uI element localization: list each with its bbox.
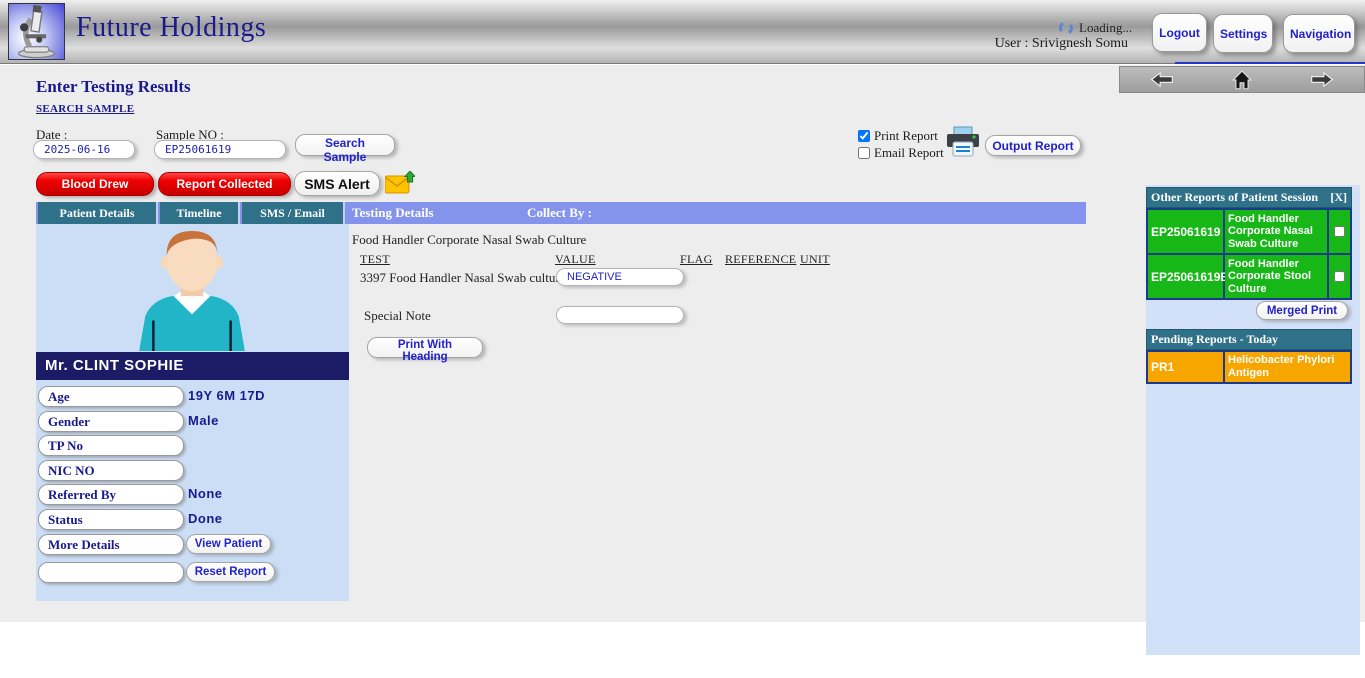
report-select-checkbox[interactable]: [1334, 226, 1345, 237]
microscope-logo: [8, 3, 65, 60]
column-flag: FLAG: [680, 252, 713, 266]
pending-report-id: PR1: [1148, 352, 1225, 384]
reset-report-button[interactable]: Reset Report: [186, 562, 275, 582]
sample-no-input[interactable]: [154, 140, 286, 159]
print-report-checkbox[interactable]: [858, 130, 870, 142]
pending-reports-table: PR1 Helicobacter Phylori Antigen: [1146, 350, 1352, 384]
app-header: Future Holdings Loading... User : Srivig…: [0, 0, 1365, 64]
pending-report-row[interactable]: PR1 Helicobacter Phylori Antigen: [1148, 352, 1352, 384]
header-accent-line: [1175, 62, 1365, 64]
patient-name: Mr. CLINT SOPHIE: [36, 352, 349, 380]
special-note-label: Special Note: [364, 308, 431, 323]
status-value: Done: [188, 511, 223, 526]
view-patient-button[interactable]: View Patient: [186, 534, 271, 554]
testing-details-label: Testing Details: [352, 205, 434, 220]
reports-sidebar: Other Reports of Patient Session [X] EP2…: [1146, 185, 1360, 655]
column-test: TEST: [360, 252, 390, 266]
gender-value: Male: [188, 413, 219, 428]
patient-field-row: Reset Report: [36, 562, 349, 583]
loading-spinner-icon: [1059, 21, 1073, 35]
pending-report-name: Helicobacter Phylori Antigen: [1225, 352, 1352, 384]
microscope-icon: [17, 4, 56, 59]
report-checkbox-cell: [1329, 210, 1352, 255]
other-report-row[interactable]: EP25061619 Food Handler Corporate Nasal …: [1148, 210, 1352, 255]
nic-no-label: NIC NO: [38, 460, 184, 481]
history-navbar: [1119, 66, 1365, 93]
report-id: EP25061619B: [1148, 255, 1229, 300]
logout-button[interactable]: Logout: [1152, 13, 1207, 52]
patient-field-row: TP No: [36, 435, 349, 456]
email-report-option[interactable]: Email Report: [858, 145, 944, 161]
tab-bar: Patient Details Timeline SMS / Email Tes…: [36, 202, 1086, 224]
email-report-label: Email Report: [874, 145, 944, 160]
other-reports-title: Other Reports of Patient Session: [1151, 190, 1319, 204]
sms-alert-button[interactable]: SMS Alert: [294, 171, 380, 196]
date-input[interactable]: [33, 140, 135, 159]
screen: Future Holdings Loading... User : Srivig…: [0, 0, 1365, 678]
home-icon[interactable]: [1231, 69, 1253, 90]
report-name: Food Handler Corporate Nasal Swab Cultur…: [1225, 210, 1329, 255]
patient-field-row: NIC NO: [36, 460, 349, 481]
print-report-label: Print Report: [874, 128, 938, 143]
age-value: 19Y 6M 17D: [188, 388, 266, 403]
navigation-button[interactable]: Navigation: [1283, 14, 1355, 53]
other-reports-header: Other Reports of Patient Session [X]: [1146, 187, 1352, 208]
email-report-checkbox[interactable]: [858, 147, 870, 159]
more-details-label: More Details: [38, 534, 184, 555]
patient-field-row: Gender Male: [36, 411, 349, 432]
column-reference: REFERENCE: [725, 252, 797, 266]
close-icon[interactable]: [X]: [1330, 188, 1347, 207]
referred-by-label: Referred By: [38, 484, 184, 505]
column-unit: UNIT: [800, 252, 830, 266]
blood-drew-button[interactable]: Blood Drew: [36, 172, 154, 196]
tp-no-label: TP No: [38, 435, 184, 456]
special-note-input[interactable]: [556, 306, 684, 324]
patient-avatar: [139, 231, 245, 351]
send-email-icon[interactable]: [385, 171, 415, 195]
report-select-checkbox[interactable]: [1334, 271, 1345, 282]
test-row-name: 3397 Food Handler Nasal Swab culture: [360, 270, 566, 285]
tab-timeline[interactable]: Timeline: [160, 202, 240, 224]
test-value-input[interactable]: [556, 268, 684, 286]
status-label: Status: [38, 509, 184, 530]
age-label: Age: [38, 386, 184, 407]
patient-field-row: Age 19Y 6M 17D: [36, 386, 349, 407]
patient-field-row: More Details View Patient: [36, 534, 349, 555]
collect-by-label: Collect By :: [527, 205, 592, 220]
back-arrow-icon[interactable]: [1150, 72, 1174, 87]
other-reports-table: EP25061619 Food Handler Corporate Nasal …: [1146, 208, 1352, 300]
report-checkbox-cell: [1329, 255, 1352, 300]
settings-button[interactable]: Settings: [1213, 14, 1273, 53]
search-sample-link[interactable]: SEARCH SAMPLE: [36, 103, 134, 115]
test-panel-title: Food Handler Corporate Nasal Swab Cultur…: [352, 232, 587, 247]
patient-field-row: Status Done: [36, 509, 349, 530]
other-report-row[interactable]: EP25061619B Food Handler Corporate Stool…: [1148, 255, 1352, 300]
patient-panel: Mr. CLINT SOPHIE Age 19Y 6M 17D Gender M…: [36, 224, 349, 601]
page-title: Enter Testing Results: [36, 77, 191, 96]
search-sample-button[interactable]: Search Sample: [295, 134, 395, 164]
referred-by-value: None: [188, 486, 223, 501]
app-title: Future Holdings: [76, 12, 267, 43]
output-report-button[interactable]: Output Report: [985, 135, 1081, 156]
loading-text: Loading...: [1079, 20, 1133, 35]
report-id: EP25061619: [1148, 210, 1225, 255]
patient-field-row: Referred By None: [36, 484, 349, 505]
report-collected-button[interactable]: Report Collected: [158, 172, 291, 196]
pending-reports-header: Pending Reports - Today: [1146, 329, 1352, 350]
report-name: Food Handler Corporate Stool Culture: [1225, 255, 1329, 300]
printer-icon: [947, 126, 979, 157]
pending-reports-title: Pending Reports - Today: [1151, 332, 1279, 346]
forward-arrow-icon[interactable]: [1310, 72, 1334, 87]
user-label: User : Srivignesh Somu: [994, 36, 1128, 51]
loading-indicator: Loading...: [1058, 20, 1132, 36]
gender-label: Gender: [38, 411, 184, 432]
print-with-heading-button[interactable]: Print With Heading: [367, 337, 483, 363]
column-value: VALUE: [555, 252, 596, 266]
tab-sms-email[interactable]: SMS / Email: [242, 202, 345, 224]
merged-print-button[interactable]: Merged Print: [1256, 301, 1348, 320]
tab-patient-details[interactable]: Patient Details: [38, 202, 158, 224]
empty-label-pill: [38, 562, 184, 583]
print-report-option[interactable]: Print Report: [858, 128, 938, 144]
